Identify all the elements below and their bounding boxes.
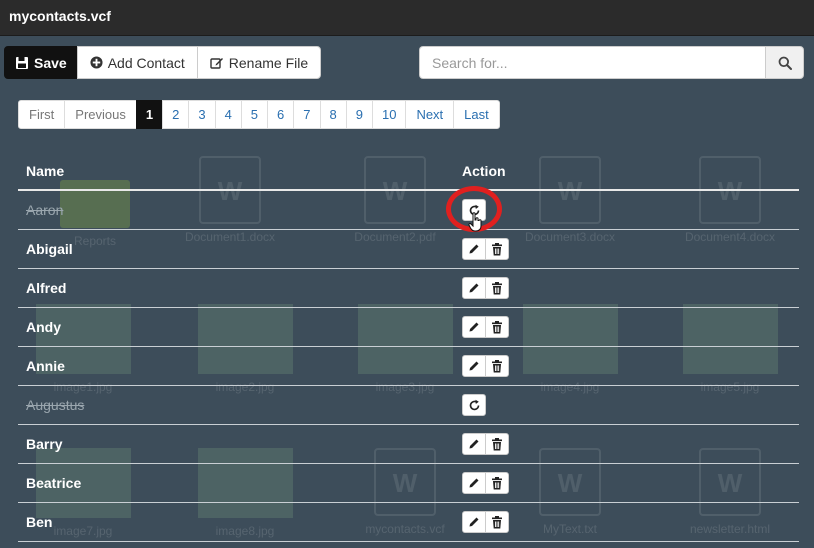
table-row: Abigail: [18, 230, 799, 269]
delete-button[interactable]: [485, 511, 509, 533]
page-link-8[interactable]: 8: [319, 100, 347, 129]
contact-name: Abigail: [26, 241, 73, 257]
edit-button[interactable]: [462, 238, 486, 260]
page-link-10[interactable]: 10: [371, 100, 407, 129]
row-actions: [462, 394, 486, 416]
column-header-action: Action: [462, 163, 506, 179]
contact-name: Ben: [26, 514, 53, 530]
edit-icon: [210, 57, 223, 69]
trash-icon: [492, 437, 502, 450]
save-icon: [16, 56, 28, 69]
edit-button[interactable]: [462, 511, 486, 533]
pagination: First Previous 1 2 3 4 5 6 7 8 9 10 Next…: [18, 100, 500, 129]
table-row: Beatrice: [18, 464, 799, 503]
edit-button[interactable]: [462, 316, 486, 338]
column-header-name: Name: [26, 163, 65, 179]
delete-button[interactable]: [485, 316, 509, 338]
trash-icon: [492, 359, 502, 372]
row-actions: [462, 316, 509, 338]
page-link-4[interactable]: 4: [214, 100, 242, 129]
page-next-link[interactable]: Next: [405, 100, 455, 129]
search-icon: [778, 56, 792, 70]
contact-name: Annie: [26, 358, 65, 374]
trash-icon: [492, 242, 502, 255]
table-header: Name Action: [18, 152, 799, 191]
table-row: Annie: [18, 347, 799, 386]
pencil-icon: [469, 439, 479, 449]
pencil-icon: [469, 478, 479, 488]
trash-icon: [492, 320, 502, 333]
row-actions: [462, 511, 509, 533]
table-row: Alfred: [18, 269, 799, 308]
pencil-icon: [469, 361, 479, 371]
add-contact-label: Add Contact: [107, 54, 185, 71]
window-titlebar: mycontacts.vcf: [0, 0, 814, 36]
table-row: Aaron: [18, 191, 799, 230]
table-row: Andy: [18, 308, 799, 347]
hand-cursor-icon: [468, 212, 482, 232]
pencil-icon: [469, 283, 479, 293]
pencil-icon: [469, 322, 479, 332]
page-link-3[interactable]: 3: [188, 100, 216, 129]
restore-icon: [469, 399, 479, 410]
window-title: mycontacts.vcf: [9, 8, 111, 24]
rename-file-label: Rename File: [228, 54, 309, 71]
trash-icon: [492, 281, 502, 294]
page-link-1[interactable]: 1: [135, 100, 164, 129]
page-link-5[interactable]: 5: [240, 100, 269, 129]
toolbar: Save Add Contact Rename File: [4, 46, 322, 79]
row-actions: [462, 277, 509, 299]
trash-icon: [492, 476, 502, 489]
contact-name: Andy: [26, 319, 61, 335]
search-input[interactable]: [419, 46, 765, 79]
edit-button[interactable]: [462, 472, 486, 494]
contact-name: Beatrice: [26, 475, 82, 491]
rename-file-button[interactable]: Rename File: [196, 46, 322, 79]
row-actions: [462, 238, 509, 260]
add-contact-button[interactable]: Add Contact: [76, 46, 198, 79]
table-row: Barry: [18, 425, 799, 464]
row-actions: [462, 472, 509, 494]
contact-name: Alfred: [26, 280, 67, 296]
row-actions: [462, 433, 509, 455]
delete-button[interactable]: [485, 277, 509, 299]
contact-name: Barry: [26, 436, 63, 452]
delete-button[interactable]: [485, 433, 509, 455]
page-first-link[interactable]: First: [18, 100, 66, 129]
pencil-icon: [469, 244, 479, 254]
pencil-icon: [469, 517, 479, 527]
delete-button[interactable]: [485, 472, 509, 494]
edit-button[interactable]: [462, 277, 486, 299]
page-link-7[interactable]: 7: [293, 100, 321, 129]
contact-name: Aaron: [26, 202, 64, 218]
contacts-table: Name Action Aaron Abigail Alfred Andy Annie A…: [18, 152, 799, 542]
page-link-9[interactable]: 9: [345, 100, 373, 129]
row-actions: [462, 355, 509, 377]
edit-button[interactable]: [462, 433, 486, 455]
trash-icon: [492, 515, 502, 528]
restore-button[interactable]: [462, 394, 486, 416]
contact-name: Augustus: [26, 397, 85, 413]
search-button[interactable]: [765, 46, 804, 79]
edit-button[interactable]: [462, 355, 486, 377]
page-previous-link[interactable]: Previous: [64, 100, 137, 129]
search-bar: [419, 46, 804, 79]
table-row: Ben: [18, 503, 799, 542]
page-link-6[interactable]: 6: [267, 100, 295, 129]
delete-button[interactable]: [485, 238, 509, 260]
save-button-label: Save: [34, 54, 67, 71]
plus-circle-icon: [90, 56, 103, 69]
page-link-2[interactable]: 2: [162, 100, 190, 129]
save-button[interactable]: Save: [4, 46, 78, 79]
table-row: Augustus: [18, 386, 799, 425]
page-last-link[interactable]: Last: [453, 100, 500, 129]
delete-button[interactable]: [485, 355, 509, 377]
